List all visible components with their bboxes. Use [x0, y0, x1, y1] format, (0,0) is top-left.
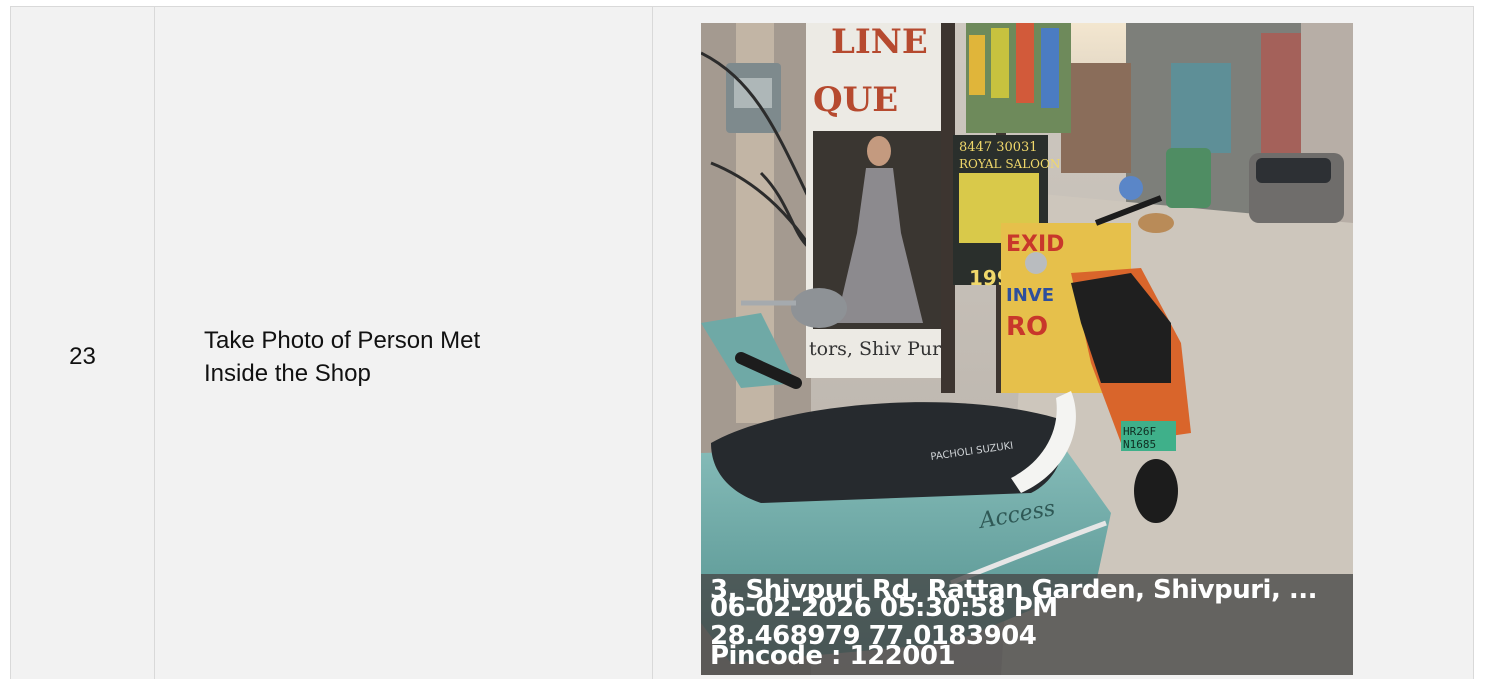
- billboard-phone: 8447 30031: [959, 140, 1038, 155]
- report-page: 23 Take Photo of Person Met Inside the S…: [0, 0, 1488, 679]
- geotagged-photo[interactable]: LINE QUE tors, Shiv Puri 8447 30031 ROYA…: [701, 23, 1353, 675]
- plate-line2: N1685: [1123, 438, 1156, 451]
- shop-sign-caption: tors, Shiv Puri: [809, 338, 947, 360]
- geotag-datetime: 06-02-2026 05:30:58 PM: [710, 593, 1058, 623]
- shop-sign-line2: QUE: [813, 80, 898, 120]
- inspection-table: 23 Take Photo of Person Met Inside the S…: [10, 6, 1474, 679]
- geotag-overlay: 3, Shivpuri Rd, Rattan Garden, Shivpuri,…: [701, 574, 1353, 675]
- row-label-line2: Inside the Shop: [204, 360, 371, 387]
- shop-sign-line1: LINE: [831, 23, 928, 62]
- row-index: 23: [10, 6, 155, 679]
- poster-ro: RO: [1006, 312, 1048, 342]
- row-label: Take Photo of Person Met Inside the Shop: [154, 6, 653, 679]
- photo-cell: LINE QUE tors, Shiv Puri 8447 30031 ROYA…: [652, 6, 1474, 679]
- geotag-pincode: Pincode : 122001: [710, 641, 956, 671]
- poster-sub: INVE: [1006, 285, 1054, 306]
- billboard-name: ROYAL SALOON: [959, 157, 1060, 171]
- row-label-line1: Take Photo of Person Met: [204, 327, 481, 354]
- table-row: 23 Take Photo of Person Met Inside the S…: [10, 6, 1474, 679]
- plate-line1: HR26F: [1123, 425, 1156, 438]
